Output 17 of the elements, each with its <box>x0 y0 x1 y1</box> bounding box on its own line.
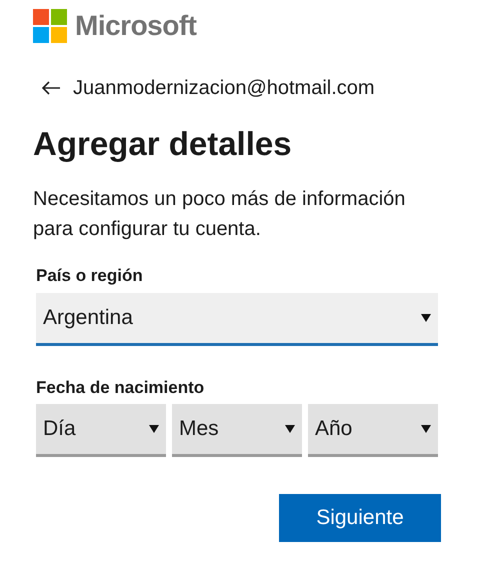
back-arrow-icon[interactable] <box>41 81 61 95</box>
dropdown[interactable]: Año <box>308 404 438 457</box>
field-label: País o región <box>36 265 144 287</box>
dropdown[interactable]: Mes <box>172 404 302 457</box>
field-label: Fecha de nacimiento <box>36 377 206 399</box>
dropdown[interactable]: Día <box>36 404 166 457</box>
description: Necesitamos un poco más de información para configurar tu cuenta. <box>33 187 406 242</box>
next-button[interactable]: Siguiente <box>279 494 441 542</box>
account-email: Juanmodernizacion@hotmail.com <box>73 76 375 101</box>
page-title: Agregar detalles <box>33 124 293 164</box>
caret-icon <box>149 424 159 434</box>
caret-icon <box>285 424 295 434</box>
dropdown[interactable]: Argentina <box>36 293 438 346</box>
logo-icon <box>33 9 67 43</box>
caret-icon <box>421 313 431 323</box>
brand-name: Microsoft <box>75 9 196 43</box>
caret-icon <box>421 424 431 434</box>
